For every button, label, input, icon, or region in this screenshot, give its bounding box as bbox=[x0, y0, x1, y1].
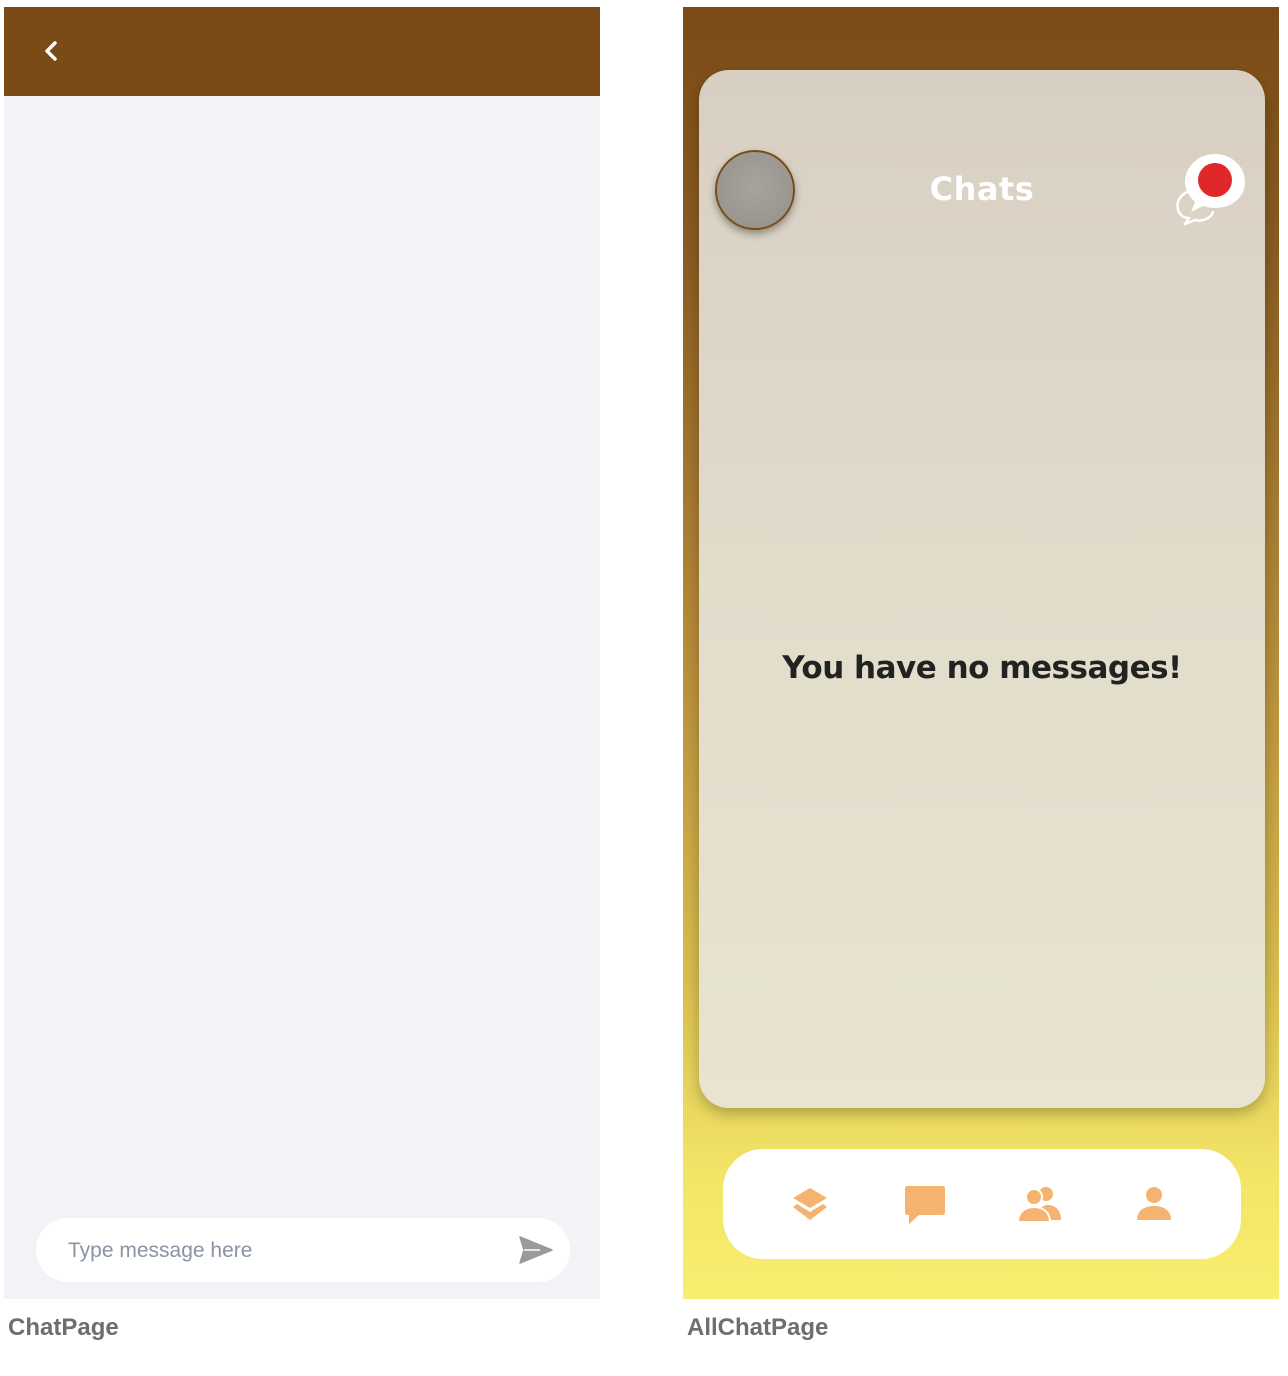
back-button[interactable] bbox=[36, 35, 68, 67]
bottom-navigation bbox=[723, 1149, 1241, 1259]
send-button[interactable] bbox=[516, 1230, 556, 1270]
chat-notification-icon bbox=[1176, 154, 1245, 226]
nav-item-chats[interactable] bbox=[895, 1174, 955, 1234]
chat-header bbox=[4, 7, 600, 96]
send-icon bbox=[519, 1236, 553, 1264]
users-icon bbox=[1017, 1187, 1062, 1223]
message-composer bbox=[36, 1218, 570, 1284]
new-chat-button[interactable] bbox=[1169, 148, 1251, 230]
message-list[interactable] bbox=[4, 96, 600, 1209]
empty-state-message: You have no messages! bbox=[782, 650, 1182, 686]
nav-item-feed[interactable] bbox=[780, 1174, 840, 1234]
message-input[interactable] bbox=[66, 1218, 490, 1284]
chevron-left-icon bbox=[45, 41, 57, 61]
screen-caption: ChatPage bbox=[8, 1314, 119, 1341]
screen-caption: AllChatPage bbox=[687, 1314, 829, 1341]
all-chat-page-screen: Chats You have no messages! bbox=[683, 7, 1279, 1299]
layers-icon bbox=[793, 1188, 828, 1220]
user-icon bbox=[1136, 1187, 1171, 1220]
chats-panel: Chats You have no messages! bbox=[699, 70, 1265, 1108]
chat-bubble-icon bbox=[904, 1186, 945, 1224]
nav-item-profile[interactable] bbox=[1124, 1174, 1184, 1234]
nav-item-friends[interactable] bbox=[1009, 1174, 1069, 1234]
chat-page-screen bbox=[4, 7, 600, 1299]
